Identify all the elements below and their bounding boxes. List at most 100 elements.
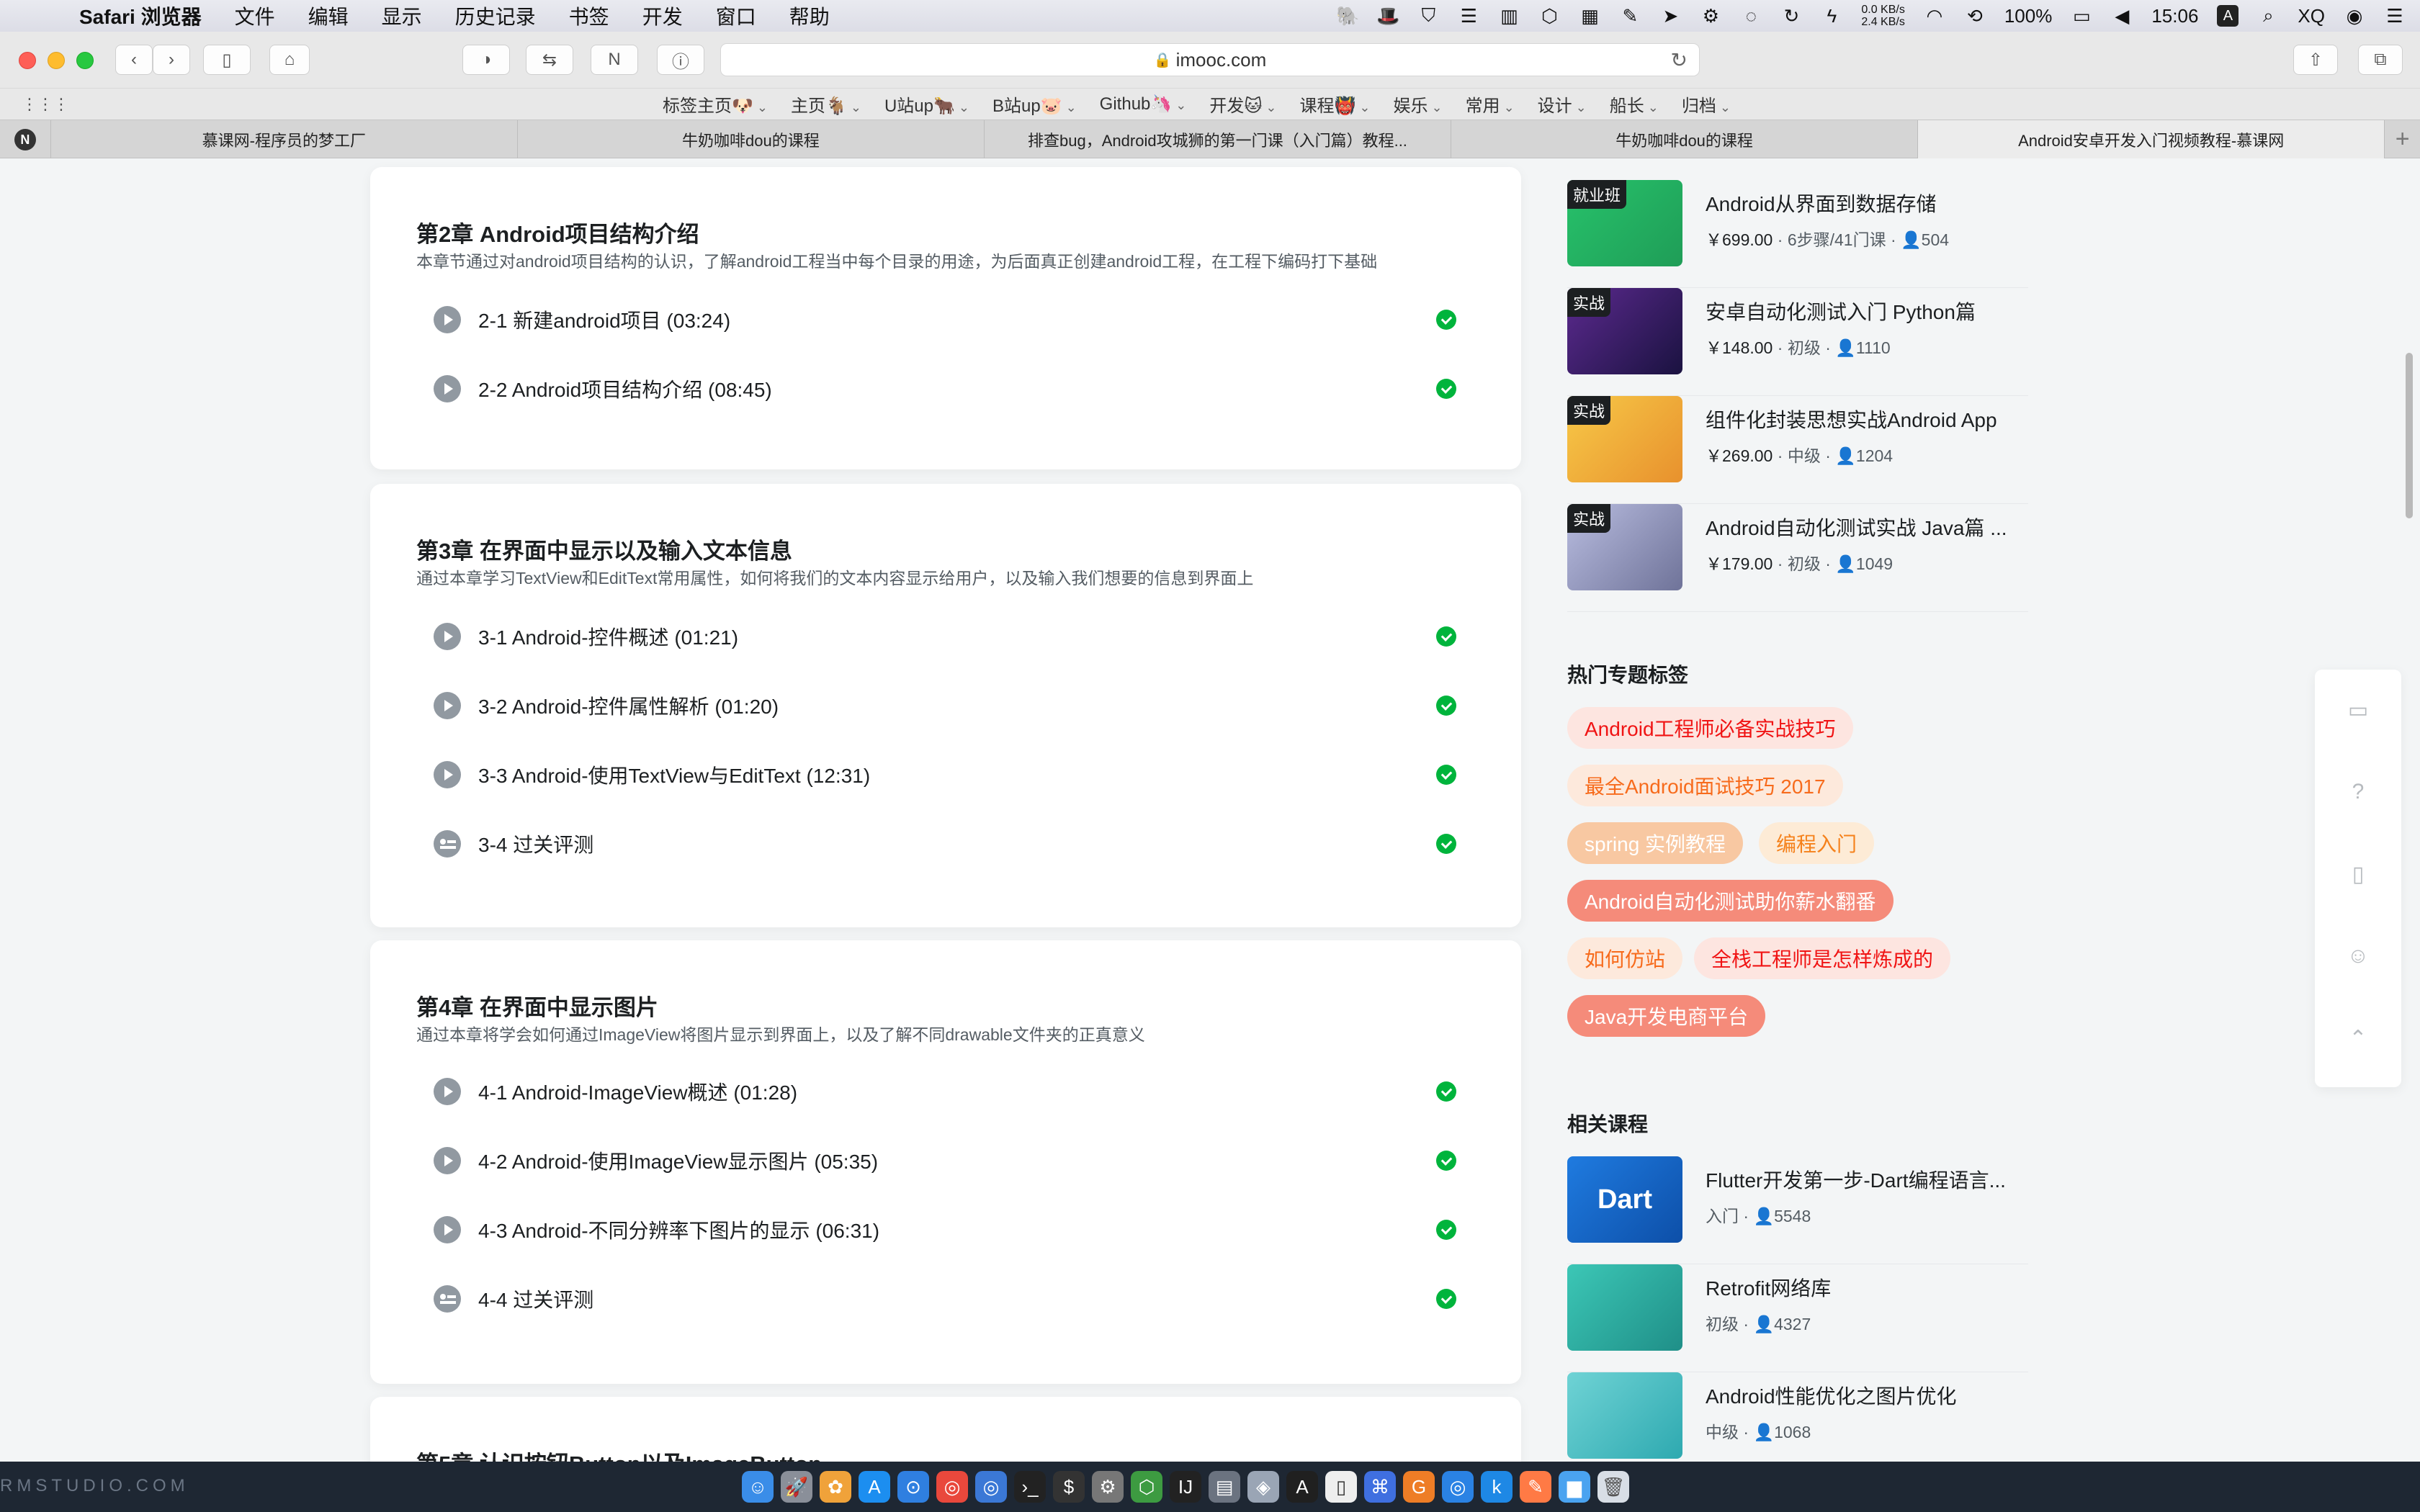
battery-percent[interactable]: 100% xyxy=(2004,5,2053,27)
chat-icon[interactable]: ☺ xyxy=(2345,943,2371,969)
safari-icon[interactable]: ⊙ xyxy=(897,1471,929,1503)
volume-icon[interactable]: ◀ xyxy=(2111,5,2133,27)
recommended-course[interactable]: 实战 安卓自动化测试入门 Python篇 ￥148.00 · 初级 · 👤111… xyxy=(1567,288,2028,396)
lesson-item[interactable]: 4-4 过关评测 xyxy=(434,1277,1456,1320)
browser-tab[interactable]: 牛奶咖啡dou的课程 xyxy=(1451,120,1917,159)
forward-button[interactable]: › xyxy=(153,45,190,75)
tab-overview-button[interactable]: ⧉ xyxy=(2358,45,2403,75)
recommended-course[interactable]: 就业班 Android从界面到数据存储 ￥699.00 · 6步骤/41门课 ·… xyxy=(1567,180,2028,288)
iterm-icon[interactable]: $ xyxy=(1053,1471,1085,1503)
menu-edit[interactable]: 编辑 xyxy=(308,1,349,30)
folder-icon[interactable]: ▆ xyxy=(1559,1471,1590,1503)
menu-history[interactable]: 历史记录 xyxy=(455,1,536,30)
time-machine-icon[interactable]: ⟲ xyxy=(1964,5,1986,27)
battery-icon[interactable]: ▭ xyxy=(2071,5,2092,27)
bookmark-folder[interactable]: 常用 xyxy=(1466,91,1515,117)
back-to-top-icon[interactable]: ⌃ xyxy=(2345,1025,2371,1051)
related-course[interactable]: Dart Flutter开发第一步-Dart编程语言... 入门 · 👤5548 xyxy=(1567,1156,2028,1264)
evernote-icon[interactable]: 🐘 xyxy=(1336,5,1359,27)
help-icon[interactable]: ? xyxy=(2345,779,2371,805)
grid-icon[interactable]: ▦ xyxy=(1579,5,1600,27)
address-bar[interactable]: 🔒 imooc.com ↻ xyxy=(720,43,1700,76)
sync-icon[interactable]: ↻ xyxy=(1780,5,1802,27)
bookmark-folder[interactable]: U站up🐂 xyxy=(884,91,969,117)
extension-2-button[interactable]: ⇆ xyxy=(526,45,573,75)
feather-icon[interactable]: ✎ xyxy=(1619,5,1641,27)
app-store-icon[interactable]: A xyxy=(859,1471,890,1503)
share-button[interactable]: ⇧ xyxy=(2293,45,2338,75)
hot-tag[interactable]: Android工程师必备实战技巧 xyxy=(1567,707,1853,749)
network-icon[interactable]: ⌘ xyxy=(1364,1471,1396,1503)
bookmark-folder[interactable]: 设计 xyxy=(1538,91,1587,117)
lesson-item[interactable]: 3-2 Android-控件属性解析 (01:20) xyxy=(434,684,1456,727)
system-preferences-icon[interactable]: ⚙ xyxy=(1092,1471,1124,1503)
user-name[interactable]: XQ xyxy=(2298,5,2325,27)
trash-icon[interactable]: 🗑 xyxy=(1597,1471,1629,1503)
apps-grid-icon[interactable]: ⋮⋮⋮ xyxy=(22,95,69,114)
preview-icon[interactable]: ▤ xyxy=(1209,1471,1240,1503)
hot-tag[interactable]: spring 实例教程 xyxy=(1567,822,1744,864)
circle-progress-icon[interactable]: ◌ xyxy=(1740,5,1762,27)
hot-tag[interactable]: 最全Android面试技巧 2017 xyxy=(1567,765,1843,806)
finder-icon[interactable]: ☺ xyxy=(742,1471,774,1503)
close-window-button[interactable] xyxy=(19,52,36,69)
stack-icon[interactable]: ☰ xyxy=(1458,5,1479,27)
send-icon[interactable]: ➤ xyxy=(1659,5,1681,27)
android-studio-icon[interactable]: ⬡ xyxy=(1131,1471,1162,1503)
kdocs-icon[interactable]: k xyxy=(1481,1471,1512,1503)
related-course[interactable]: Retrofit网络库 初级 · 👤4327 xyxy=(1567,1264,2028,1372)
menu-file[interactable]: 文件 xyxy=(235,1,275,30)
recommended-course[interactable]: 实战 组件化封装思想实战Android App ￥269.00 · 中级 · 👤… xyxy=(1567,396,2028,504)
bookmark-folder[interactable]: 课程👹 xyxy=(1299,91,1370,117)
menu-window[interactable]: 窗口 xyxy=(716,1,756,30)
bookmark-folder[interactable]: 船长 xyxy=(1610,91,1659,117)
menu-view[interactable]: 显示 xyxy=(382,1,422,30)
bookmark-folder[interactable]: 开发🐱 xyxy=(1209,91,1276,117)
bookmark-folder[interactable]: 娱乐 xyxy=(1393,91,1442,117)
home-button[interactable]: ⌂ xyxy=(269,45,310,75)
typora-icon[interactable]: A xyxy=(1286,1471,1318,1503)
lesson-item[interactable]: 3-3 Android-使用TextView与EditText (12:31) xyxy=(434,753,1456,796)
qq-browser-icon[interactable]: ◎ xyxy=(1442,1471,1474,1503)
apple-menu-icon[interactable] xyxy=(26,1,55,30)
terminal-icon[interactable]: ›_ xyxy=(1014,1471,1046,1503)
chrome-canary-icon[interactable]: ◎ xyxy=(975,1471,1007,1503)
extension-1-button[interactable]: ◑ xyxy=(462,45,510,75)
feedback-icon[interactable]: ▭ xyxy=(2345,697,2371,723)
pinned-tab[interactable]: N xyxy=(0,120,50,159)
browser-tab[interactable]: 牛奶咖啡dou的课程 xyxy=(516,120,984,159)
related-course[interactable]: Android性能优化之图片优化 中级 · 👤1068 xyxy=(1567,1372,2028,1462)
lesson-item[interactable]: 4-3 Android-不同分辨率下图片的显示 (06:31) xyxy=(434,1208,1456,1251)
extension-3-button[interactable]: N xyxy=(591,45,638,75)
bookmark-folder[interactable]: Github🦄 xyxy=(1100,94,1187,114)
textedit-icon[interactable]: ▯ xyxy=(1325,1471,1357,1503)
clock[interactable]: 15:06 xyxy=(2151,5,2198,27)
bookmark-folder[interactable]: 标签主页🐶 xyxy=(663,91,768,117)
bookmark-folder[interactable]: 主页🐐 xyxy=(791,91,861,117)
sourcetree-icon[interactable]: ◈ xyxy=(1247,1471,1279,1503)
hot-tag[interactable]: Android自动化测试助你薪水翻番 xyxy=(1567,880,1894,922)
menu-bookmarks[interactable]: 书签 xyxy=(569,1,609,30)
lesson-item[interactable]: 2-1 新建android项目 (03:24) xyxy=(434,298,1456,341)
lesson-item[interactable]: 3-1 Android-控件概述 (01:21) xyxy=(434,615,1456,658)
lesson-item[interactable]: 4-1 Android-ImageView概述 (01:28) xyxy=(434,1070,1456,1113)
bookmark-folder[interactable]: 归档 xyxy=(1682,91,1731,117)
lesson-item[interactable]: 4-2 Android-使用ImageView显示图片 (05:35) xyxy=(434,1139,1456,1182)
menu-app-name[interactable]: Safari 浏览器 xyxy=(79,1,202,30)
recommended-course[interactable]: 实战 Android自动化测试实战 Java篇 ... ￥179.00 · 初级… xyxy=(1567,504,2028,612)
mobile-icon[interactable]: ▯ xyxy=(2345,861,2371,887)
new-tab-button[interactable]: + xyxy=(2384,120,2420,158)
menu-help[interactable]: 帮助 xyxy=(789,1,830,30)
hot-tag[interactable]: 如何仿站 xyxy=(1567,937,1683,979)
minimize-window-button[interactable] xyxy=(48,52,65,69)
input-source-badge[interactable]: A xyxy=(2217,5,2239,27)
bookmark-folder[interactable]: B站up🐷 xyxy=(992,91,1077,117)
spotlight-search-icon[interactable]: ⌕ xyxy=(2257,4,2279,27)
reload-icon[interactable]: ↻ xyxy=(1671,48,1688,72)
hat-icon[interactable]: 🎩 xyxy=(1376,5,1399,27)
hot-tag[interactable]: Java开发电商平台 xyxy=(1567,995,1766,1037)
lesson-item[interactable]: 2-2 Android项目结构介绍 (08:45) xyxy=(434,367,1456,410)
bolt-icon[interactable]: ϟ xyxy=(1821,5,1842,27)
sidebar-button[interactable]: ▯ xyxy=(203,45,251,75)
zoom-window-button[interactable] xyxy=(76,52,94,69)
